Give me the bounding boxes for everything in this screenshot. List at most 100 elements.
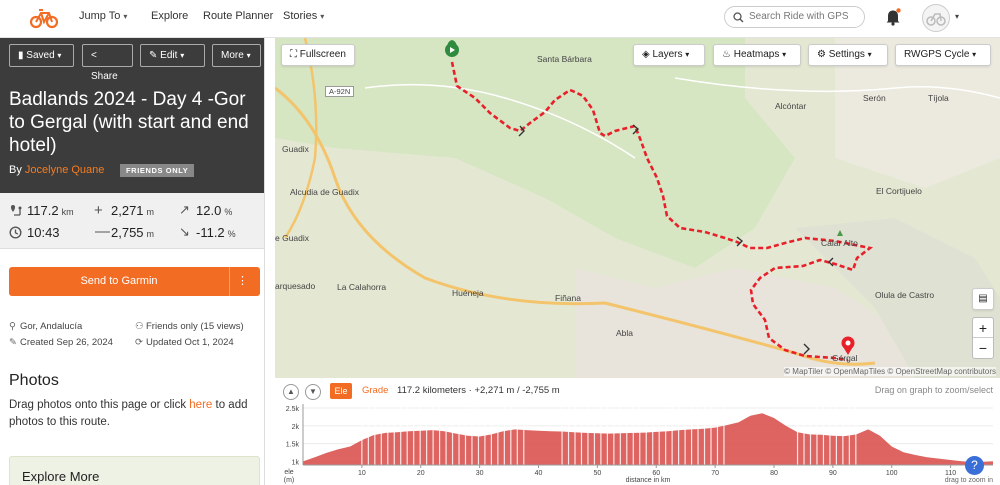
x-tick-label: 10 bbox=[358, 470, 366, 477]
nav-explore[interactable]: Explore bbox=[151, 10, 188, 22]
map-book-icon: ▤ bbox=[978, 293, 988, 304]
map-place-label: Olula de Castro bbox=[875, 290, 935, 300]
privacy-badge: FRIENDS ONLY bbox=[120, 164, 195, 177]
minus-icon: — bbox=[95, 223, 110, 240]
photos-instructions: Drag photos onto this page or click here… bbox=[9, 399, 248, 428]
share-button[interactable]: < Share bbox=[82, 44, 133, 82]
top-nav: Jump To ▾ Explore Route Planner Stories ▾ … bbox=[0, 0, 1000, 38]
layers-button[interactable]: ◈ Layers ▾ bbox=[633, 44, 705, 66]
send-to-garmin-label: Send to Garmin bbox=[80, 275, 158, 287]
nav-stories[interactable]: Stories ▾ bbox=[283, 10, 324, 22]
photos-heading: Photos bbox=[9, 372, 59, 389]
button-divider bbox=[229, 267, 230, 296]
nav-jump-to[interactable]: Jump To ▾ bbox=[79, 10, 127, 22]
route-created-date: ✎ Created Sep 26, 2024 bbox=[9, 337, 113, 348]
saved-button[interactable]: ▮ Saved ▾ bbox=[9, 44, 74, 67]
arrow-up-right-icon: ↗ bbox=[179, 202, 190, 217]
clock-icon bbox=[9, 226, 22, 239]
route-updated-date: ⟳ Updated Oct 1, 2024 bbox=[135, 337, 234, 348]
explore-more-panel[interactable]: Explore More bbox=[9, 456, 260, 485]
y-tick-label: 2.5k bbox=[286, 406, 300, 413]
share-icon: < bbox=[91, 50, 97, 61]
expand-icon: ⛶ bbox=[290, 49, 300, 60]
x-tick-label: 110 bbox=[945, 470, 956, 477]
y-tick-label: 2k bbox=[292, 424, 300, 431]
send-to-garmin-button[interactable]: Send to Garmin ⋮ bbox=[9, 267, 260, 296]
map-place-label: Calar Alto bbox=[821, 238, 858, 248]
search-icon bbox=[733, 12, 744, 23]
stat-max-grade: 12.0% bbox=[196, 203, 233, 218]
stat-moving-time: 10:43 bbox=[27, 225, 60, 240]
map-legend-button[interactable]: ▤ bbox=[972, 288, 994, 310]
arrow-down-right-icon: ↘ bbox=[179, 224, 190, 239]
y-tick-label: 1.5k bbox=[286, 442, 300, 449]
elevation-chart[interactable]: 2.5k 2k 1.5k 1k 10 20 30 40 50 60 70 80 90 100 110 ele(… bbox=[275, 378, 1000, 485]
route-stats: 117.2 km + 2,271 m ↗ 12.0% 10:43 — 2,755 m … bbox=[0, 193, 264, 249]
map-place-label: Alcóntar bbox=[775, 101, 807, 111]
map-canvas[interactable] bbox=[275, 38, 1000, 378]
heatmaps-button[interactable]: ♨ Heatmaps ▾ bbox=[713, 44, 801, 66]
basemap-select[interactable]: RWGPS Cycle ▾ bbox=[895, 44, 991, 66]
route-header: ▮ Saved ▾ < Share ✎ Edit ▾ More ▾ Badlan… bbox=[0, 38, 264, 193]
author-link[interactable]: Jocelyne Quane bbox=[25, 164, 105, 176]
map-place-label: Santa Bárbara bbox=[537, 54, 592, 64]
map-place-label: Huéneja bbox=[452, 288, 484, 298]
map-place-label: Tíjola bbox=[928, 93, 949, 103]
chevron-down-icon: ▾ bbox=[123, 12, 128, 21]
help-button[interactable]: ? bbox=[965, 456, 984, 475]
x-tick-label: 90 bbox=[829, 470, 837, 477]
map-place-label: Abla bbox=[616, 328, 634, 338]
route-title: Badlands 2024 - Day 4 -Gor to Gergal (wi… bbox=[9, 89, 249, 156]
map-place-label: e Guadix bbox=[275, 233, 310, 243]
zoom-hint: drag to zoom in bbox=[945, 477, 993, 484]
y-axis-label: ele bbox=[284, 469, 293, 476]
x-tick-label: 80 bbox=[770, 470, 778, 477]
route-author-line: By Jocelyne Quane bbox=[9, 164, 105, 176]
route-location: ⚲ Gor, Andalucía bbox=[9, 321, 83, 332]
pencil-icon: ✎ bbox=[149, 50, 161, 61]
settings-button[interactable]: ⚙ Settings ▾ bbox=[808, 44, 888, 66]
add-photos-link[interactable]: here bbox=[189, 399, 212, 411]
edit-button[interactable]: ✎ Edit ▾ bbox=[140, 44, 205, 67]
garmin-options-button[interactable]: ⋮ bbox=[237, 275, 248, 288]
zoom-in-button[interactable]: + bbox=[973, 318, 993, 338]
stat-distance: 117.2 km bbox=[27, 203, 74, 218]
user-avatar[interactable] bbox=[922, 4, 950, 32]
search-placeholder: Search Ride with GPS bbox=[749, 11, 849, 22]
nav-route-planner[interactable]: Route Planner bbox=[203, 10, 273, 22]
elevation-panel: ▲ ▼ Ele Grade 117.2 kilometers · +2,271 … bbox=[275, 378, 1000, 485]
notifications-bell-icon[interactable] bbox=[885, 8, 901, 26]
zoom-controls: + − bbox=[972, 317, 994, 359]
x-tick-label: 30 bbox=[476, 470, 484, 477]
x-tick-label: 70 bbox=[711, 470, 719, 477]
x-tick-label: 100 bbox=[886, 470, 898, 477]
layers-icon: ◈ bbox=[642, 49, 653, 60]
avatar-bike-icon bbox=[926, 13, 946, 26]
friends-icon: ⚇ bbox=[135, 321, 144, 332]
gear-icon: ⚙ bbox=[817, 49, 829, 60]
x-axis-label: distance in km bbox=[626, 477, 671, 484]
fullscreen-button[interactable]: ⛶ Fullscreen bbox=[281, 44, 355, 66]
x-tick-label: 20 bbox=[417, 470, 425, 477]
x-tick-label: 40 bbox=[535, 470, 543, 477]
x-tick-label: 50 bbox=[593, 470, 601, 477]
more-button[interactable]: More ▾ bbox=[212, 44, 261, 67]
search-input[interactable]: Search Ride with GPS bbox=[724, 6, 865, 28]
location-pin-icon: ⚲ bbox=[9, 321, 16, 332]
chevron-down-icon: ▾ bbox=[320, 12, 325, 21]
map-place-label: Gérgal bbox=[832, 353, 858, 363]
refresh-icon: ⟳ bbox=[135, 337, 143, 348]
route-map[interactable]: Santa Bárbara A-92N Alcóntar Serón Tíjol… bbox=[275, 38, 1000, 378]
stat-elevation-loss: 2,755 m bbox=[111, 225, 155, 240]
map-place-label: arquesado bbox=[275, 281, 316, 291]
rwgps-logo-icon[interactable] bbox=[30, 7, 58, 29]
map-attribution[interactable]: © MapTiler © OpenMapTiles © OpenStreetMa… bbox=[784, 367, 996, 376]
chevron-down-icon[interactable]: ▾ bbox=[955, 12, 959, 21]
y-tick-label: 1k bbox=[292, 459, 300, 466]
map-road-label: A-92N bbox=[325, 86, 355, 97]
map-place-label: Guadix bbox=[282, 144, 309, 154]
map-place-label: Alcudia de Guadix bbox=[290, 187, 359, 197]
zoom-out-button[interactable]: − bbox=[973, 338, 993, 358]
pencil-icon: ✎ bbox=[9, 337, 17, 348]
explore-more-heading: Explore More bbox=[22, 469, 100, 484]
